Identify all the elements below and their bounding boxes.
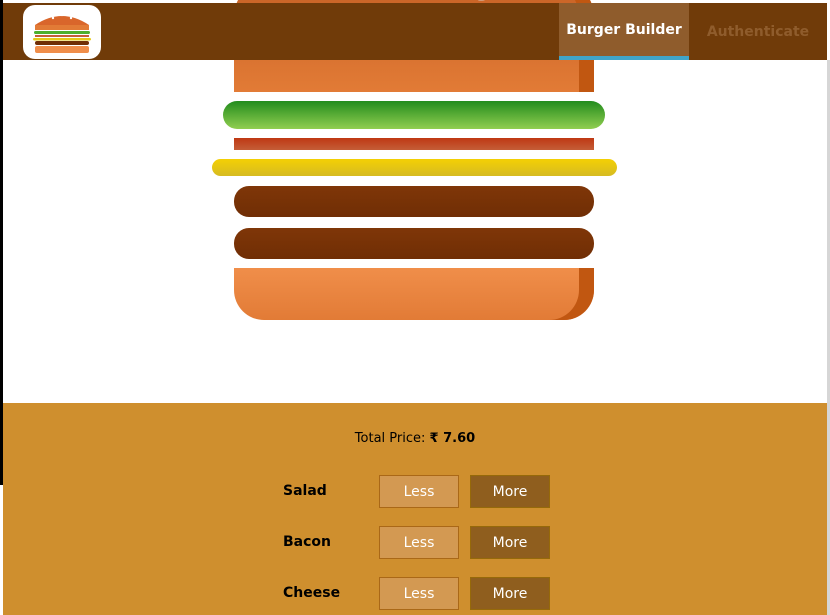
control-salad: Salad Less More <box>283 475 553 508</box>
salad-more-button[interactable]: More <box>470 475 550 508</box>
cheese-more-button[interactable]: More <box>470 577 550 610</box>
burger-logo-icon[interactable] <box>23 5 101 59</box>
control-label-salad: Salad <box>283 483 327 499</box>
toolbar: Burger Builder Authenticate <box>3 3 827 60</box>
build-controls: Total Price: ₹ 7.60 Salad Less More Baco… <box>3 403 827 615</box>
ingredient-meat <box>234 228 594 259</box>
nav-burger-builder[interactable]: Burger Builder <box>559 3 689 60</box>
control-cheese: Cheese Less More <box>283 577 553 610</box>
bacon-less-button[interactable]: Less <box>379 526 459 559</box>
salad-less-button[interactable]: Less <box>379 475 459 508</box>
bacon-more-button[interactable]: More <box>470 526 550 559</box>
ingredient-bacon <box>234 138 594 150</box>
cheese-less-button[interactable]: Less <box>379 577 459 610</box>
bread-bottom <box>234 268 594 320</box>
burger-logo-graphic <box>33 13 91 53</box>
nav-authenticate[interactable]: Authenticate <box>689 3 827 60</box>
total-price: Total Price: ₹ 7.60 <box>3 431 827 446</box>
burger-preview <box>0 0 830 403</box>
total-price-value: ₹ 7.60 <box>429 431 476 446</box>
ingredient-meat <box>234 186 594 217</box>
total-price-label: Total Price: <box>354 431 426 446</box>
navigation: Burger Builder Authenticate <box>559 3 827 60</box>
control-label-bacon: Bacon <box>283 534 332 550</box>
ingredient-cheese <box>212 159 617 176</box>
ingredient-salad <box>223 101 605 129</box>
bread-seed <box>343 0 381 2</box>
control-bacon: Bacon Less More <box>283 526 553 559</box>
control-label-cheese: Cheese <box>283 585 341 601</box>
